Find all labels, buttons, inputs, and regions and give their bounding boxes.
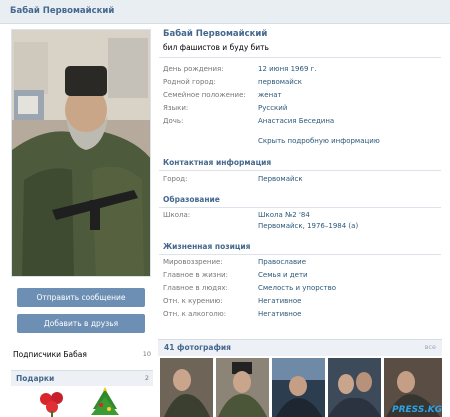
- smoking-label: Отн. к курению:: [163, 297, 223, 305]
- photos-count-label[interactable]: 41 фотография: [164, 343, 231, 352]
- smoking-value[interactable]: Негативное: [258, 297, 301, 305]
- photo-thumbnail[interactable]: PRESS.KG: [384, 358, 442, 417]
- life-position-section-title: Жизненная позиция: [163, 242, 251, 251]
- photo-thumbnail-image: [272, 358, 325, 417]
- birthday-label: День рождения:: [163, 65, 224, 73]
- watermark-text: PRESS.KG: [392, 405, 442, 415]
- hide-details-link[interactable]: Скрыть подробную информацию: [258, 137, 380, 145]
- education-section-title: Образование: [163, 195, 220, 204]
- main-in-life-value[interactable]: Семья и дети: [258, 271, 308, 279]
- city-value[interactable]: Первомайск: [258, 175, 303, 183]
- photo-thumbnail[interactable]: [160, 358, 213, 417]
- photo-thumbnail-image: PRESS.KG: [384, 358, 442, 417]
- contacts-section-title: Контактная информация: [163, 158, 272, 167]
- subscribers-count: 10: [142, 350, 151, 358]
- photo-thumbnail-image: [328, 358, 381, 417]
- school-value[interactable]: Школа №2 '84: [258, 211, 310, 219]
- languages-label: Языки:: [163, 104, 189, 112]
- daughter-value[interactable]: Анастасия Беседина: [258, 117, 334, 125]
- photo-thumbnail-image: [160, 358, 213, 417]
- alcohol-value[interactable]: Негативное: [258, 310, 301, 318]
- divider: [159, 254, 441, 255]
- main-in-people-label: Главное в людях:: [163, 284, 228, 292]
- profile-photo-image: [12, 30, 150, 276]
- hometown-value[interactable]: первомайск: [258, 78, 302, 86]
- alcohol-label: Отн. к алкоголю:: [163, 310, 227, 318]
- profile-name: Бабай Первомайский: [163, 29, 268, 39]
- school-details[interactable]: Первомайск, 1976–1984 (а): [258, 222, 358, 230]
- main-in-people-value[interactable]: Смелость и упорство: [258, 284, 336, 292]
- divider: [159, 170, 441, 171]
- relationship-value[interactable]: женат: [258, 91, 282, 99]
- photos-header[interactable]: 41 фотография все: [158, 339, 442, 356]
- gifts-label[interactable]: Подарки: [16, 374, 54, 383]
- birthday-value[interactable]: 12 июня 1969 г.: [258, 65, 317, 73]
- profile-status[interactable]: бил фашистов и буду бить: [163, 43, 269, 52]
- subscribers-row[interactable]: Подписчики Бабая 10: [11, 348, 153, 362]
- main-in-life-label: Главное в жизни:: [163, 271, 228, 279]
- gifts-header[interactable]: Подарки 2: [11, 370, 153, 386]
- photos-all-link[interactable]: все: [425, 343, 436, 351]
- worldview-label: Мировоззрение:: [163, 258, 223, 266]
- profile-photo[interactable]: [11, 29, 151, 277]
- gift-tree-icon[interactable]: [88, 387, 122, 417]
- worldview-value[interactable]: Православие: [258, 258, 306, 266]
- subscribers-label[interactable]: Подписчики Бабая: [13, 350, 87, 359]
- school-label: Школа:: [163, 211, 191, 219]
- photo-thumbnail[interactable]: [328, 358, 381, 417]
- profile-header-bar: Бабай Первомайский: [0, 0, 450, 24]
- gift-roses-icon[interactable]: [36, 389, 70, 417]
- languages-value[interactable]: Русский: [258, 104, 287, 112]
- divider: [159, 57, 441, 58]
- add-friend-button[interactable]: Добавить в друзья: [17, 314, 145, 333]
- gifts-count: 2: [144, 374, 149, 382]
- photo-thumbnail-image: [216, 358, 269, 417]
- photo-thumbnail[interactable]: [272, 358, 325, 417]
- photo-thumbnail[interactable]: [216, 358, 269, 417]
- page-title: Бабай Первомайский: [10, 6, 115, 16]
- daughter-label: Дочь:: [163, 117, 184, 125]
- divider: [159, 207, 441, 208]
- city-label: Город:: [163, 175, 188, 183]
- hometown-label: Родной город:: [163, 78, 216, 86]
- relationship-label: Семейное положение:: [163, 91, 246, 99]
- send-message-button[interactable]: Отправить сообщение: [17, 288, 145, 307]
